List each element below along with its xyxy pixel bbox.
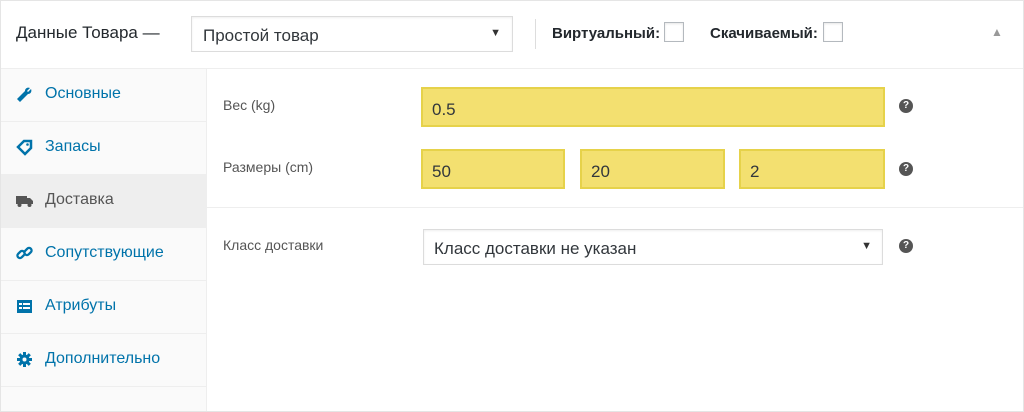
help-icon[interactable]: ? [899, 239, 913, 253]
list-icon [16, 298, 33, 315]
truck-icon [16, 192, 33, 209]
width-input[interactable]: 20 [580, 149, 725, 189]
tab-linked-products[interactable]: Сопутствующие [1, 228, 206, 281]
panel-header: Данные Товара — Простой товар ▼ Виртуаль… [1, 1, 1023, 69]
tab-general[interactable]: Основные [1, 69, 206, 122]
panel-title: Данные Товара — [16, 23, 160, 42]
link-icon [16, 245, 33, 262]
tab-label: Атрибуты [45, 297, 117, 314]
section-divider [207, 207, 1023, 208]
dimensions-label: Размеры (cm) [223, 159, 314, 175]
product-type-select[interactable]: Простой товар ▼ [191, 16, 513, 52]
height-input[interactable]: 2 [739, 149, 885, 189]
downloadable-checkbox[interactable] [823, 22, 843, 42]
tab-shipping[interactable]: Доставка [1, 175, 206, 228]
collapse-toggle-icon[interactable]: ▲ [991, 25, 1003, 39]
product-type-value: Простой товар [203, 26, 319, 45]
tab-advanced[interactable]: Дополнительно [1, 334, 206, 387]
weight-input[interactable]: 0.5 [421, 87, 885, 127]
tab-inventory[interactable]: Запасы [1, 122, 206, 175]
help-icon[interactable]: ? [899, 162, 913, 176]
tab-attributes[interactable]: Атрибуты [1, 281, 206, 334]
product-data-panel: Данные Товара — Простой товар ▼ Виртуаль… [0, 0, 1024, 412]
shipping-class-value: Класс доставки не указан [434, 239, 637, 258]
shipping-class-label: Класс доставки [223, 237, 324, 253]
tab-label: Основные [45, 85, 121, 102]
length-input[interactable]: 50 [421, 149, 565, 189]
wrench-icon [16, 86, 33, 103]
shipping-class-select[interactable]: Класс доставки не указан ▼ [423, 229, 883, 265]
downloadable-label: Скачиваемый: [710, 25, 818, 42]
header-divider [535, 19, 536, 49]
tab-label: Сопутствующие [45, 244, 164, 261]
tab-label: Запасы [45, 138, 101, 155]
shipping-options-panel: Вес (kg) 0.5 ? Размеры (cm) 50 20 2 ? Кл… [207, 69, 1023, 411]
tab-label: Доставка [45, 191, 114, 208]
help-icon[interactable]: ? [899, 99, 913, 113]
chevron-down-icon: ▼ [490, 27, 501, 39]
product-tabs: Основные Запасы Доставка Сопутствующие А [1, 69, 207, 411]
virtual-checkbox[interactable] [664, 22, 684, 42]
weight-label: Вес (kg) [223, 97, 276, 113]
tag-icon [16, 139, 33, 156]
chevron-down-icon: ▼ [861, 240, 872, 252]
virtual-label: Виртуальный: [552, 25, 661, 42]
tab-label: Дополнительно [45, 350, 161, 367]
gear-icon [16, 351, 33, 368]
